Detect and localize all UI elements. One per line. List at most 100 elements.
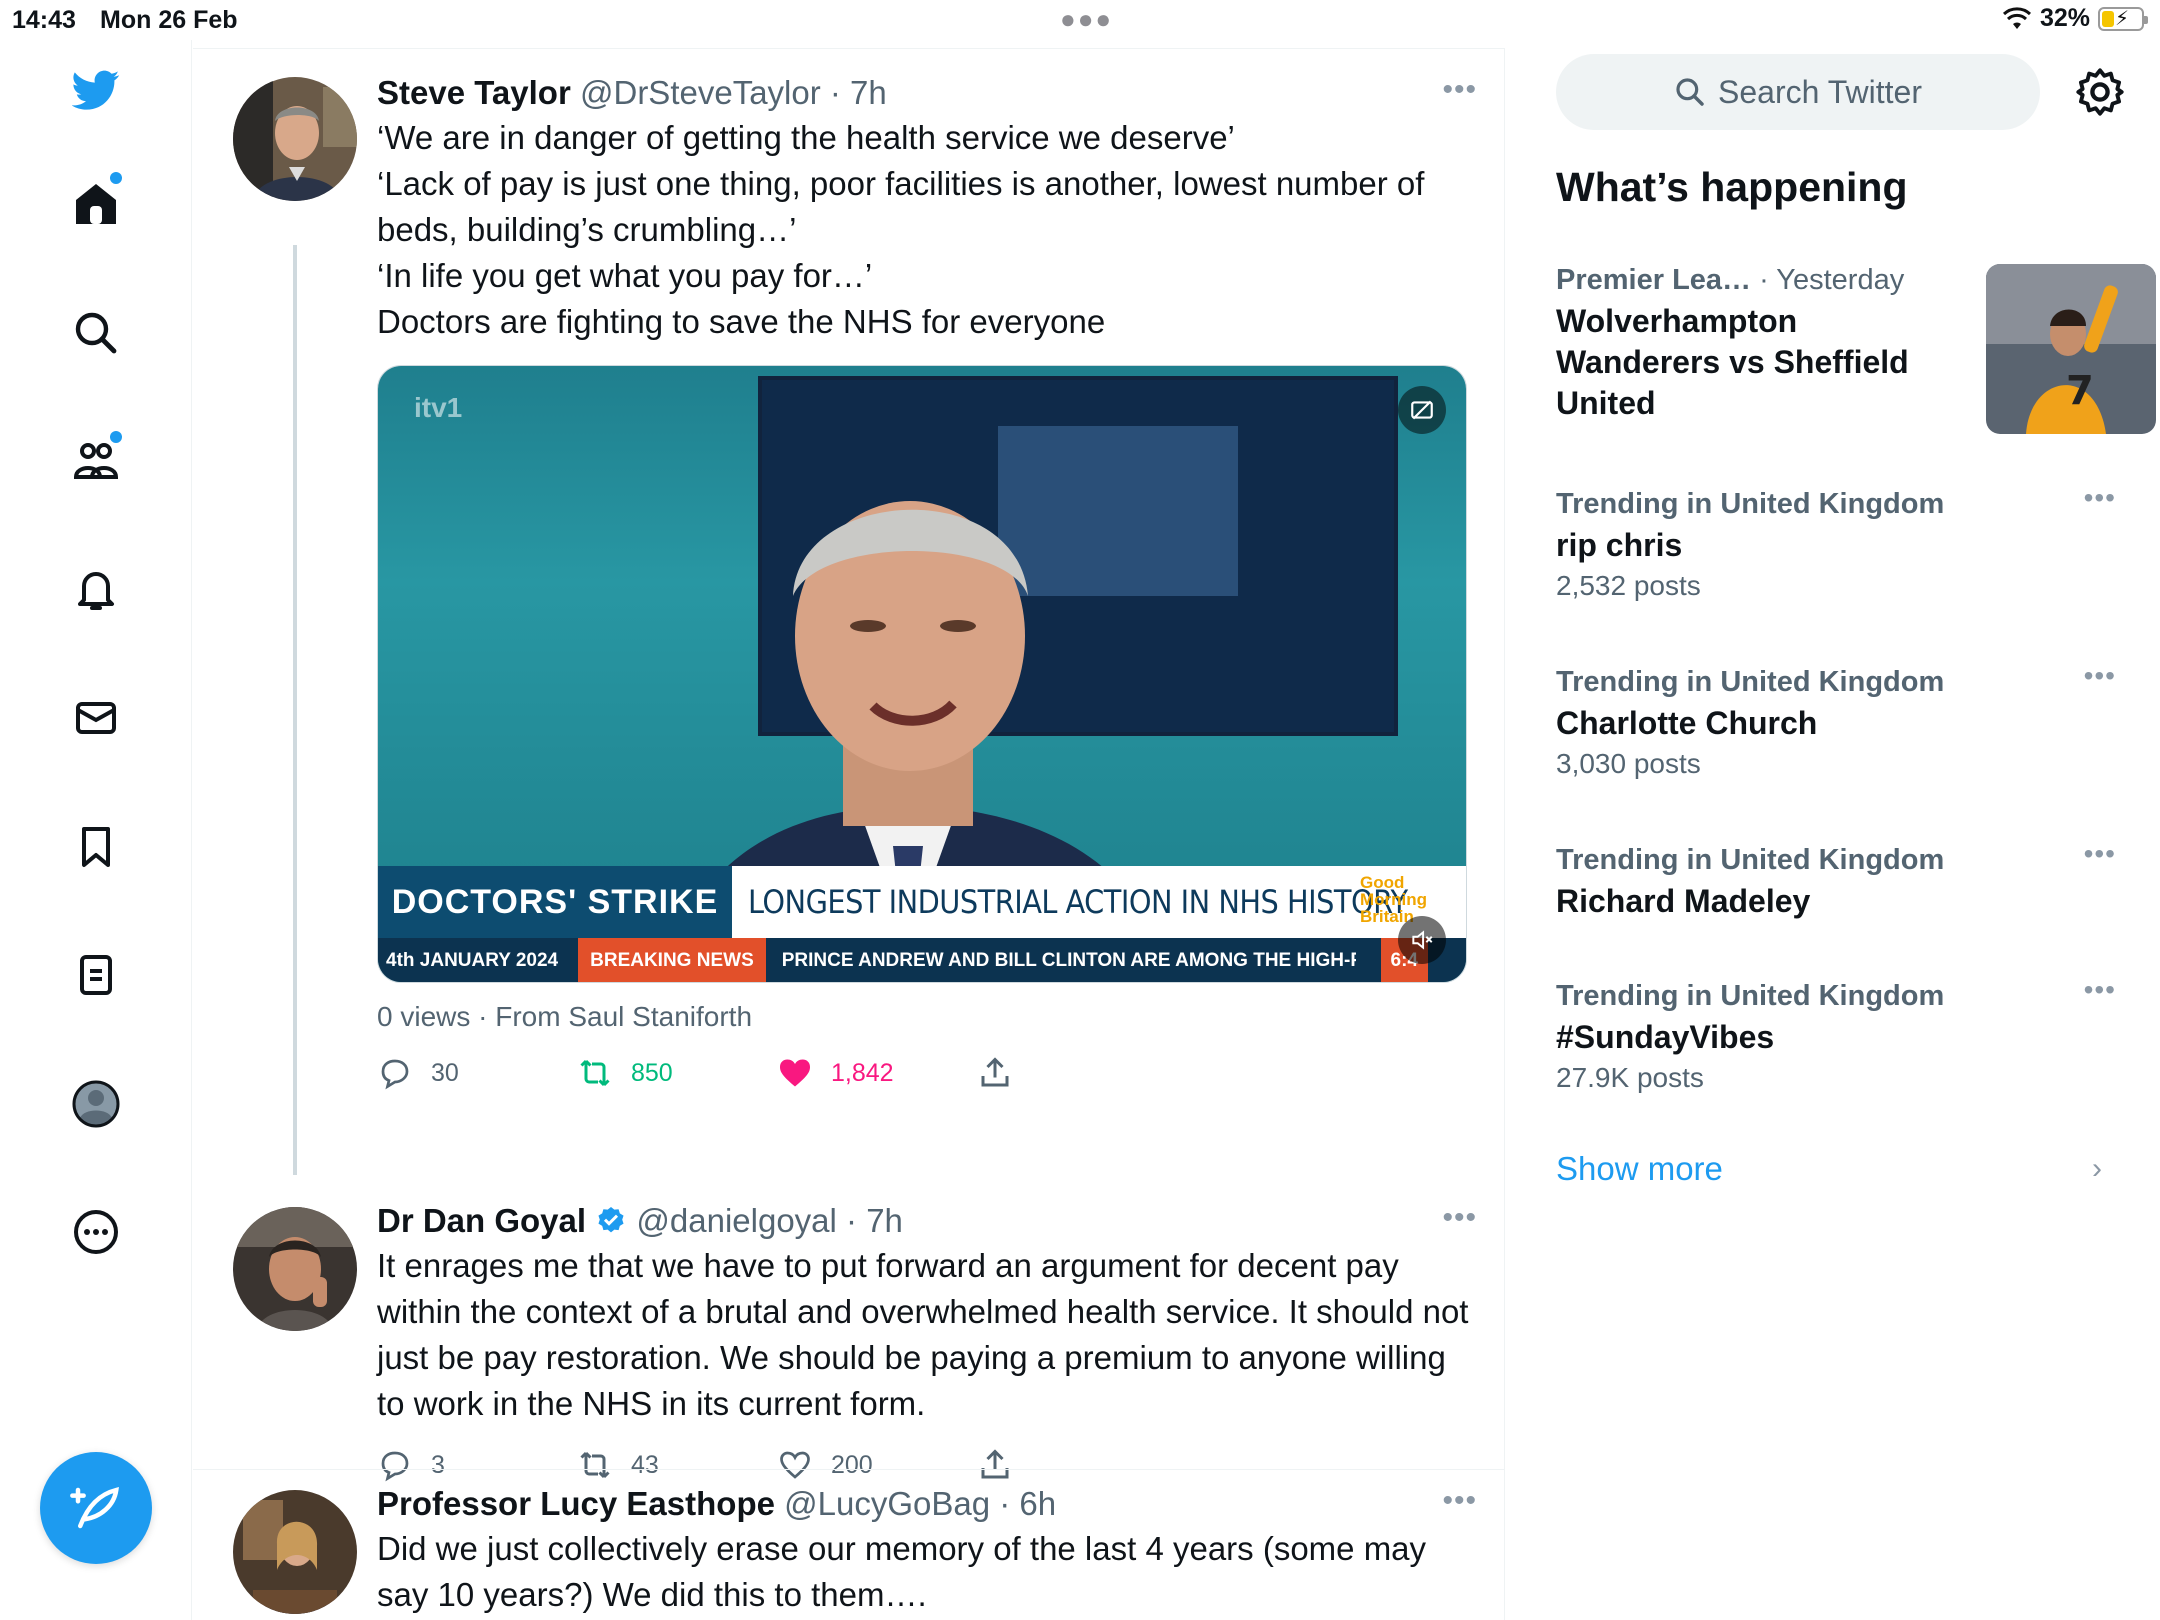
tweet-time[interactable]: · 7h xyxy=(830,74,887,111)
heart-filled-icon xyxy=(780,1059,810,1087)
trend-more-button[interactable]: ••• xyxy=(2084,660,2116,692)
tweet-steve-taylor[interactable]: Steve Taylor @DrSteveTaylor · 7h ••• ‘We… xyxy=(193,49,1505,1175)
multitask-dots-icon[interactable]: ●●● xyxy=(1060,4,1113,35)
tweet-text: It enrages me that we have to put forwar… xyxy=(377,1247,1469,1422)
search-field[interactable]: Search Twitter xyxy=(1556,54,2040,130)
more-circle-icon xyxy=(74,1210,118,1254)
nav-lists[interactable] xyxy=(56,935,136,1015)
status-time: 14:43 xyxy=(12,6,76,34)
nav-communities[interactable] xyxy=(56,421,136,501)
trend-item[interactable]: Premier Lea… · Yesterday Wolverhampton W… xyxy=(1556,264,2156,444)
battery-tip xyxy=(2144,15,2148,24)
thread-line xyxy=(293,245,297,1175)
news-ticker: 4th JANUARY 2024 BREAKING NEWS PRINCE AN… xyxy=(378,938,1466,982)
trend-title: rip chris xyxy=(1556,527,1683,563)
author-handle[interactable]: @LucyGoBag xyxy=(784,1485,990,1522)
battery-percent: 32% xyxy=(2039,4,2090,32)
avatar[interactable] xyxy=(233,1490,357,1614)
author-name[interactable]: Steve Taylor xyxy=(377,74,571,111)
list-icon xyxy=(80,955,112,995)
left-nav xyxy=(0,40,192,1620)
svg-text:7: 7 xyxy=(2066,368,2094,414)
strap-headline: LONGEST INDUSTRIAL ACTION IN NHS HISTORY xyxy=(748,883,1408,921)
tweet-time[interactable]: · 7h xyxy=(846,1202,903,1239)
trend-more-button[interactable]: ••• xyxy=(2084,838,2116,870)
trend-title: Richard Madeley xyxy=(1556,883,1811,919)
tweet-actions: 30 850 1,842 xyxy=(377,1055,1477,1095)
ticker-date: 4th JANUARY 2024 xyxy=(386,950,559,971)
wifi-icon xyxy=(2002,6,2031,29)
tweet-text: ‘We are in danger of getting the health … xyxy=(377,115,1477,345)
trend-title: #SundayVibes xyxy=(1556,1019,1775,1055)
trend-context: Trending in United Kingdom xyxy=(1556,488,1945,520)
tweet-more-button[interactable]: ••• xyxy=(1442,1484,1477,1518)
right-sidebar: Search Twitter What’s happening Premier … xyxy=(1506,40,2160,1620)
sensitive-media-icon[interactable] xyxy=(1398,386,1446,434)
nav-more[interactable] xyxy=(56,1192,136,1272)
chevron-right-icon[interactable]: › xyxy=(2092,1152,2102,1186)
channel-logo: itv1 xyxy=(414,392,463,423)
reply-button[interactable]: 30 xyxy=(377,1055,459,1091)
trend-category: Premier Lea… xyxy=(1556,264,1752,296)
gear-icon[interactable] xyxy=(2074,66,2126,118)
trend-item[interactable]: Trending in United Kingdom ••• rip chris… xyxy=(1556,482,2116,628)
tweet-video[interactable]: itv1 DOCTORS' STRIKE LONGEST INDUSTRIAL … xyxy=(377,365,1467,983)
communities-unread-dot xyxy=(110,431,122,443)
mute-button[interactable] xyxy=(1398,916,1446,964)
tweet-line: ‘We are in danger of getting the health … xyxy=(377,119,1235,156)
trend-item[interactable]: Trending in United Kingdom ••• Charlotte… xyxy=(1556,660,2116,806)
whats-happening-title: What’s happening xyxy=(1556,164,1908,210)
tweet-line: ‘Lack of pay is just one thing, poor fac… xyxy=(377,165,1425,248)
nav-profile[interactable] xyxy=(56,1064,136,1144)
tweet-header: Dr Dan Goyal @danielgoyal · 7h xyxy=(377,1201,1477,1241)
tweet-line: ‘In life you get what you pay for…’ xyxy=(377,257,873,294)
author-name[interactable]: Dr Dan Goyal xyxy=(377,1202,586,1239)
speaker-muted-icon xyxy=(1412,930,1433,950)
strap-left: DOCTORS' STRIKE xyxy=(378,866,732,938)
battery-icon: ⚡ xyxy=(2098,6,2148,31)
like-count: 1,842 xyxy=(831,1058,894,1087)
tweet-dan-goyal[interactable]: Dr Dan Goyal @danielgoyal · 7h ••• It en… xyxy=(193,1157,1505,1517)
nav-search[interactable] xyxy=(56,293,136,373)
nav-messages[interactable] xyxy=(56,678,136,758)
ticker-text: PRINCE ANDREW AND BILL CLINTON ARE AMONG… xyxy=(781,950,1356,971)
author-handle[interactable]: @danielgoyal xyxy=(636,1202,836,1239)
tweet-more-button[interactable]: ••• xyxy=(1442,73,1477,107)
author-handle[interactable]: @DrSteveTaylor xyxy=(580,74,821,111)
envelope-icon xyxy=(76,702,116,734)
battery-fill xyxy=(2102,10,2114,27)
trend-thumbnail: 7 xyxy=(1986,264,2156,434)
share-button[interactable] xyxy=(977,1055,1013,1091)
avatar[interactable] xyxy=(233,77,357,201)
retweet-count: 850 xyxy=(631,1058,673,1087)
nav-bookmarks[interactable] xyxy=(56,807,136,887)
tweet-header: Professor Lucy Easthope @LucyGoBag · 6h xyxy=(377,1484,1477,1524)
share-icon xyxy=(981,1057,1009,1087)
tweet-more-button[interactable]: ••• xyxy=(1442,1201,1477,1235)
trend-post-count: 27.9K posts xyxy=(1556,1062,1704,1093)
trend-title: Wolverhampton Wanderers vs Sheffield Uni… xyxy=(1556,303,1909,421)
trend-context: Trending in United Kingdom xyxy=(1556,980,1945,1012)
show-more-link[interactable]: Show more xyxy=(1556,1150,1723,1188)
trend-more-button[interactable]: ••• xyxy=(2084,974,2116,1006)
timeline: Steve Taylor @DrSteveTaylor · 7h ••• ‘We… xyxy=(193,48,1505,1620)
charging-bolt-icon: ⚡ xyxy=(2115,7,2130,30)
search-icon xyxy=(1676,78,1704,106)
nav-notifications[interactable] xyxy=(56,550,136,630)
trend-item[interactable]: Trending in United Kingdom ••• Richard M… xyxy=(1556,838,2116,944)
retweet-button[interactable]: 850 xyxy=(577,1055,673,1091)
trend-item[interactable]: Trending in United Kingdom ••• #SundayVi… xyxy=(1556,974,2116,1120)
like-button[interactable]: 1,842 xyxy=(777,1055,894,1091)
reply-icon xyxy=(381,1059,409,1090)
trend-context: Trending in United Kingdom xyxy=(1556,666,1945,698)
twitter-logo-icon[interactable] xyxy=(56,50,136,130)
tweet-time[interactable]: · 6h xyxy=(999,1485,1056,1522)
nav-home[interactable] xyxy=(56,164,136,244)
tweet-lucy-easthope[interactable]: Professor Lucy Easthope @LucyGoBag · 6h … xyxy=(193,1470,1505,1620)
avatar[interactable] xyxy=(233,1207,357,1331)
home-icon xyxy=(76,184,116,224)
trend-more-button[interactable]: ••• xyxy=(2084,482,2116,514)
compose-tweet-button[interactable] xyxy=(40,1452,152,1564)
reply-count: 30 xyxy=(431,1058,459,1087)
author-name[interactable]: Professor Lucy Easthope xyxy=(377,1485,775,1522)
